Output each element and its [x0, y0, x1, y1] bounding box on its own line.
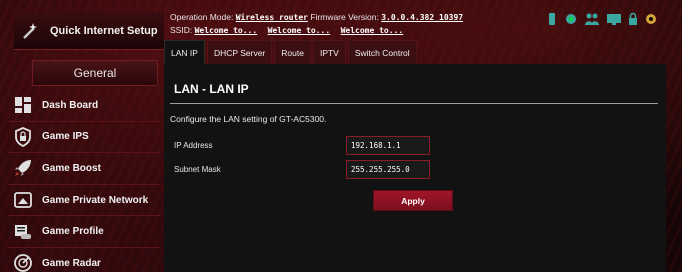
sidebar-item-label: Dash Board: [42, 99, 99, 111]
sidebar-item-dash-board[interactable]: Dash Board: [8, 90, 160, 122]
shield-lock-icon: [12, 126, 34, 148]
sidebar-item-game-profile[interactable]: Game Profile: [8, 216, 160, 248]
tab-dhcp-server[interactable]: DHCP Server: [206, 40, 273, 64]
sidebar-item-game-ips[interactable]: Game IPS: [8, 122, 160, 154]
rocket-icon: [12, 157, 34, 179]
router-admin-page: Quick Internet Setup General Dash Board: [0, 0, 682, 272]
tab-switch-control[interactable]: Switch Control: [347, 40, 417, 64]
network-icon[interactable]: [564, 12, 578, 31]
dashboard-icon: [12, 94, 34, 116]
sidebar-menu: Dash Board Game IPS Game Boost Game Priv…: [8, 90, 160, 272]
tab-iptv[interactable]: IPTV: [312, 40, 346, 64]
sidebar-item-game-boost[interactable]: Game Boost: [8, 153, 160, 185]
radar-icon: [12, 252, 34, 272]
quick-internet-setup-button[interactable]: Quick Internet Setup: [14, 12, 164, 50]
monitor-icon[interactable]: [606, 12, 622, 31]
ssid-link-2[interactable]: Welcome to...: [268, 26, 331, 35]
sidebar: Quick Internet Setup General Dash Board: [8, 0, 164, 272]
tab-lan-ip[interactable]: LAN IP: [164, 40, 205, 64]
users-icon[interactable]: [584, 12, 600, 31]
header-line-2: SSID: Welcome to... Welcome to... Welcom…: [170, 24, 463, 37]
sidebar-item-label: Game Boost: [42, 162, 101, 174]
private-network-icon: [12, 189, 34, 211]
settings-icon[interactable]: [644, 12, 658, 31]
lock-icon[interactable]: [628, 12, 638, 31]
ip-address-label: IP Address: [174, 141, 213, 150]
subnet-mask-label: Subnet Mask: [174, 165, 221, 174]
game-profile-icon: [12, 221, 34, 243]
sidebar-item-label: Game Private Network: [42, 194, 149, 206]
status-icons: [546, 12, 658, 31]
sidebar-item-label: Game Profile: [42, 226, 104, 238]
main-panel: LAN - LAN IP Configure the LAN setting o…: [164, 64, 666, 272]
apply-button[interactable]: Apply: [373, 190, 453, 211]
ssid-link-1[interactable]: Welcome to...: [195, 26, 258, 35]
firmware-label: Firmware Version:: [310, 12, 379, 22]
page-title: LAN - LAN IP: [174, 82, 249, 96]
header-line-1: Operation Mode: Wireless router Firmware…: [170, 11, 463, 24]
header-info: Operation Mode: Wireless router Firmware…: [170, 11, 463, 37]
tab-route[interactable]: Route: [274, 40, 311, 64]
operation-mode-link[interactable]: Wireless router: [236, 13, 308, 22]
firmware-version-link[interactable]: 3.0.0.4.382_10397: [381, 13, 463, 22]
sidebar-item-label: Game Radar: [42, 257, 101, 269]
usb-icon[interactable]: [546, 12, 558, 31]
sidebar-item-label: Game IPS: [42, 131, 89, 143]
subnet-mask-input[interactable]: 255.255.255.0: [346, 160, 430, 179]
sidebar-item-game-radar[interactable]: Game Radar: [8, 248, 160, 272]
title-divider: [170, 103, 658, 104]
page-description: Configure the LAN setting of GT-AC5300.: [170, 114, 327, 124]
quick-internet-setup-label: Quick Internet Setup: [50, 24, 158, 37]
ip-address-input[interactable]: 192.168.1.1: [346, 136, 430, 155]
tab-bar: LAN IP DHCP Server Route IPTV Switch Con…: [164, 40, 417, 64]
sidebar-item-game-private-network[interactable]: Game Private Network: [8, 185, 160, 217]
ssid-label: SSID:: [170, 25, 193, 35]
operation-mode-label: Operation Mode:: [170, 12, 234, 22]
wand-icon: [20, 20, 42, 42]
ssid-link-3[interactable]: Welcome to...: [341, 26, 404, 35]
general-section-header: General: [32, 60, 158, 86]
